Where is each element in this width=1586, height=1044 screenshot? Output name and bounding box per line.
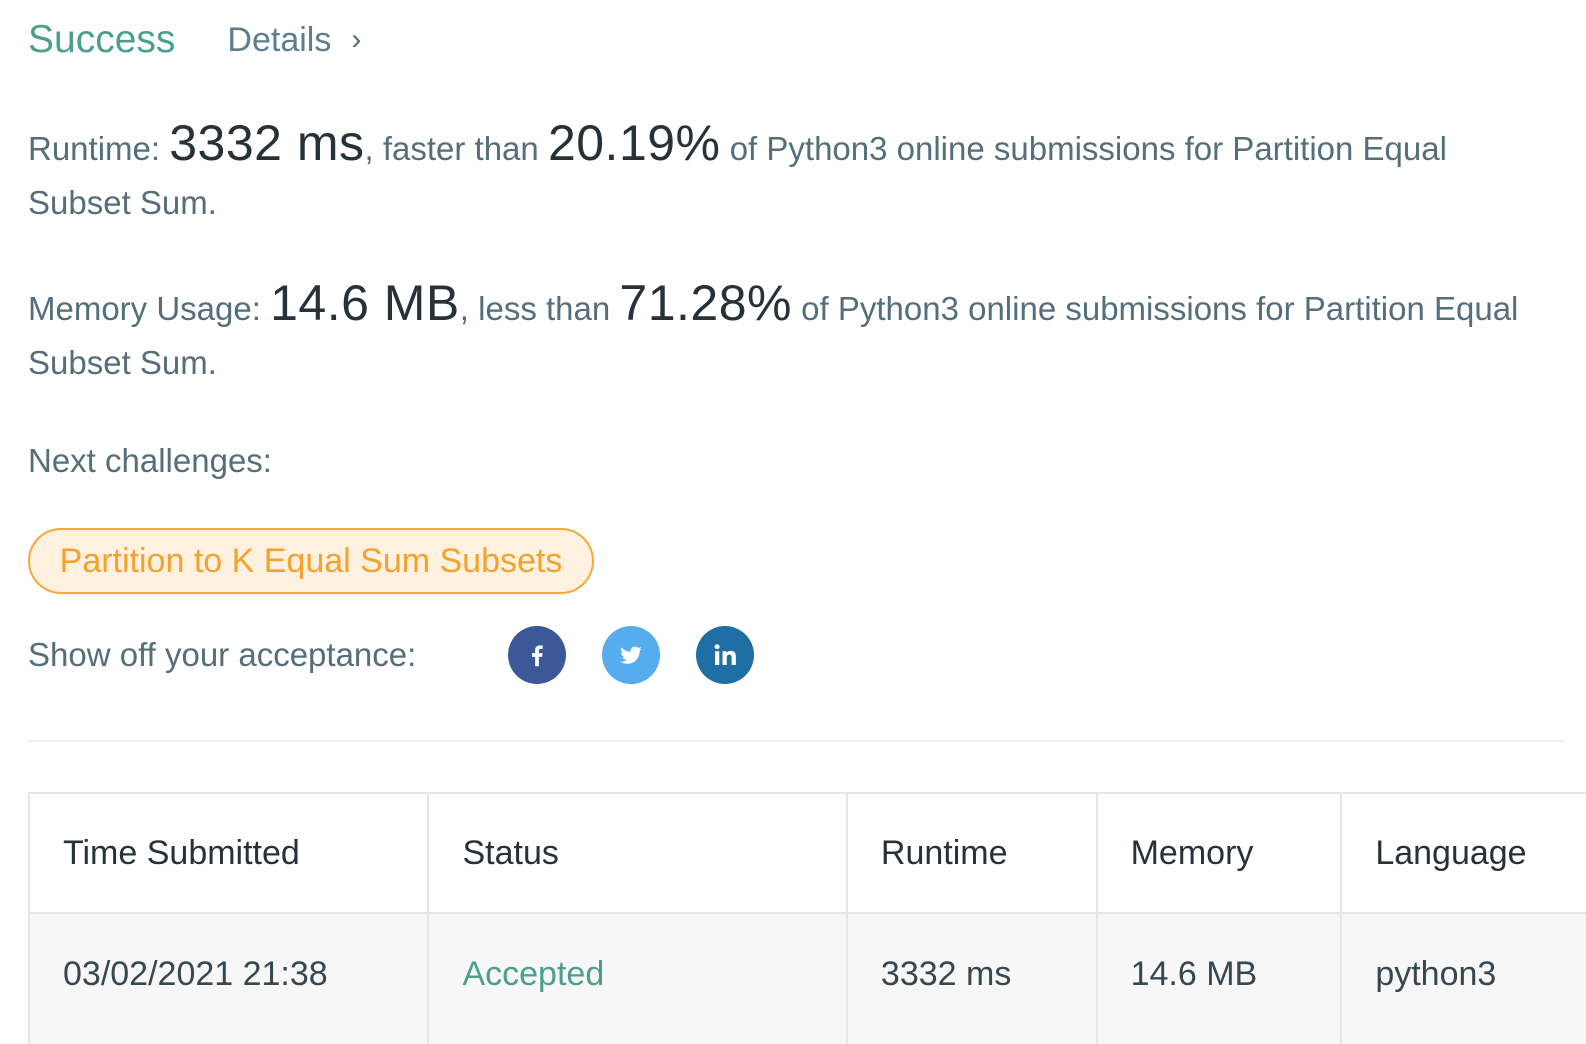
column-header-language: Language — [1375, 833, 1527, 872]
column-header-status: Status — [429, 794, 848, 912]
runtime-mid-text: , faster than — [364, 130, 548, 167]
runtime-label: Runtime: — [28, 130, 170, 167]
status-link[interactable]: Accepted — [429, 914, 848, 1044]
runtime-value: 3332 ms — [169, 115, 365, 171]
challenge-link[interactable]: Partition to K Equal Sum Subsets — [28, 528, 594, 594]
linkedin-icon[interactable] — [696, 626, 754, 684]
status-title: Success — [28, 18, 176, 61]
column-header-time: Time Submitted — [30, 794, 430, 912]
next-challenges-label: Next challenges: — [28, 442, 272, 479]
cell-memory: 14.6 MB — [1098, 914, 1343, 1044]
submissions-table: Time Submitted Status Runtime Memory Lan… — [28, 792, 1586, 1044]
facebook-icon[interactable] — [508, 626, 566, 684]
runtime-summary: Runtime: 3332 ms, faster than 20.19% of … — [28, 116, 1528, 230]
result-header: Success Details › — [28, 14, 361, 66]
details-label: Details — [227, 20, 332, 59]
column-header-runtime: Runtime — [848, 794, 1098, 912]
memory-percent: 71.28% — [619, 275, 792, 331]
divider — [28, 740, 1564, 742]
memory-value: 14.6 MB — [270, 275, 460, 331]
memory-label: Memory Usage: — [28, 290, 271, 327]
column-header-memory: Memory — [1098, 794, 1343, 912]
table-row: 03/02/2021 21:38 Accepted 3332 ms 14.6 M… — [30, 914, 1586, 1044]
memory-mid-text: , less than — [459, 290, 620, 327]
twitter-icon[interactable] — [602, 626, 660, 684]
cell-language: python3 — [1375, 954, 1497, 993]
chevron-right-icon: › — [351, 23, 362, 56]
share-label: Show off your acceptance: — [28, 636, 417, 673]
runtime-percent: 20.19% — [547, 115, 721, 171]
memory-summary: Memory Usage: 14.6 MB, less than 71.28% … — [28, 276, 1528, 390]
cell-runtime: 3332 ms — [848, 914, 1098, 1044]
cell-time-submitted: 03/02/2021 21:38 — [30, 914, 430, 1044]
details-link[interactable]: Details › — [227, 21, 361, 60]
share-row: Show off your acceptance: — [28, 624, 790, 686]
table-header-row: Time Submitted Status Runtime Memory Lan… — [30, 794, 1586, 914]
